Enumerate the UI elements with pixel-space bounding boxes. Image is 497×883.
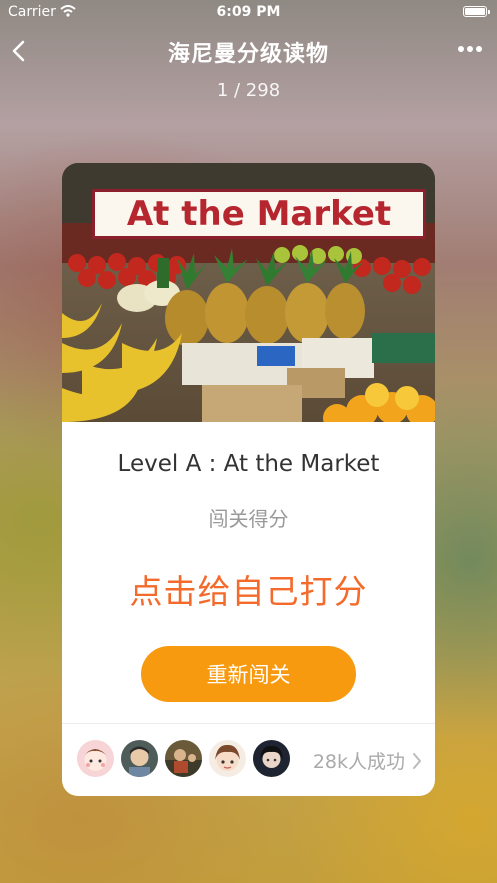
status-time: 6:09 PM (216, 4, 281, 20)
book-title: Level A : At the Market (117, 451, 380, 477)
avatar[interactable] (121, 740, 158, 777)
avatar[interactable] (253, 740, 290, 777)
nav-bar: 海尼曼分级读物 (0, 28, 497, 76)
avatar[interactable] (165, 740, 202, 777)
chevron-right-icon[interactable] (411, 751, 423, 771)
page-title: 海尼曼分级读物 (167, 42, 329, 67)
score-label: 闯关得分 (208, 507, 289, 531)
more-horizontal-icon[interactable] (457, 44, 483, 54)
success-count[interactable]: 28k人成功 (313, 747, 405, 774)
retry-button[interactable]: 重新闯关 (141, 646, 356, 702)
avatar[interactable] (77, 740, 114, 777)
divider (62, 723, 435, 724)
book-card: At the Market Level A : At the Market 闯关… (62, 163, 435, 796)
self-rate-prompt[interactable]: 点击给自己打分 (62, 565, 435, 613)
cover-title: At the Market (92, 189, 426, 239)
book-cover-image[interactable]: At the Market (62, 163, 435, 422)
page-counter: 1 / 298 (216, 80, 281, 101)
battery-icon (463, 6, 490, 17)
avatar[interactable] (209, 740, 246, 777)
status-bar: Carrier 6:09 PM (0, 0, 497, 24)
